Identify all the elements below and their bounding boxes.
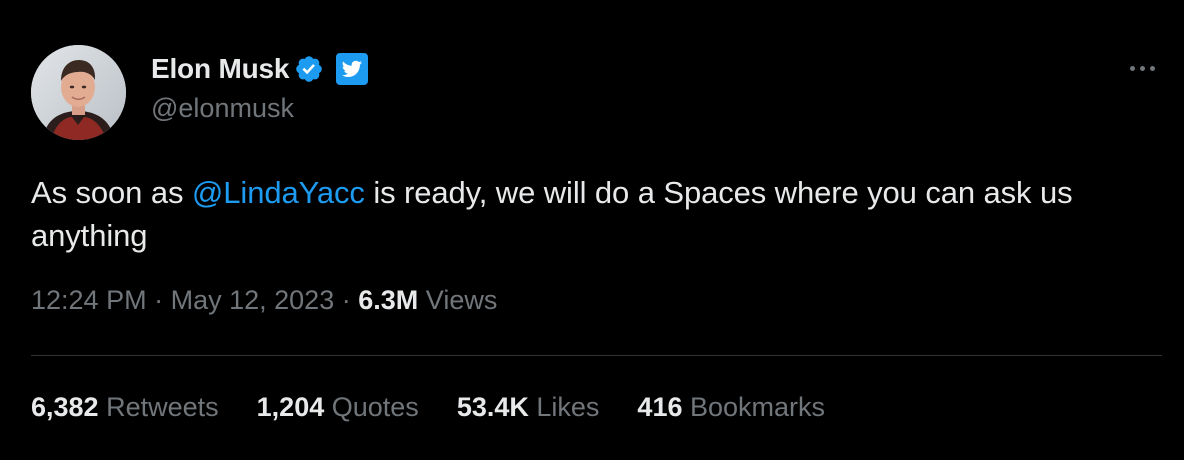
tweet-meta: 12:24 PM · May 12, 2023 · 6.3M Views (31, 285, 497, 316)
quotes-stat[interactable]: 1,204 Quotes (257, 392, 419, 423)
mention-link[interactable]: @LindaYacc (192, 175, 365, 210)
tweet-text-before: As soon as (31, 175, 192, 210)
tweet-date[interactable]: May 12, 2023 (171, 285, 335, 315)
views-label: Views (425, 285, 498, 315)
meta-separator: · (341, 285, 351, 315)
likes-stat[interactable]: 53.4K Likes (457, 392, 600, 423)
avatar[interactable] (31, 45, 126, 140)
views-count: 6.3M (358, 285, 419, 315)
meta-separator: · (154, 285, 164, 315)
likes-label: Likes (536, 392, 600, 422)
bookmarks-count: 416 (637, 392, 683, 422)
author-display-name[interactable]: Elon Musk (151, 53, 289, 85)
quotes-label: Quotes (331, 392, 419, 422)
bookmarks-label: Bookmarks (690, 392, 826, 422)
retweets-label: Retweets (106, 392, 219, 422)
author-name-row: Elon Musk (151, 52, 369, 86)
quotes-count: 1,204 (256, 392, 325, 422)
bookmarks-stat[interactable]: 416 Bookmarks (637, 392, 825, 423)
divider (31, 355, 1162, 356)
more-options-icon[interactable] (1122, 55, 1162, 81)
engagement-stats: 6,382 Retweets 1,204 Quotes 53.4K Likes … (31, 392, 863, 423)
retweets-stat[interactable]: 6,382 Retweets (31, 392, 219, 423)
verified-checkmark-icon[interactable] (294, 54, 324, 84)
tweet-time[interactable]: 12:24 PM (31, 285, 147, 315)
retweets-count: 6,382 (31, 392, 99, 422)
author-handle[interactable]: @elonmusk (151, 93, 294, 124)
tweet-text: As soon as @LindaYacc is ready, we will … (31, 171, 1161, 257)
twitter-bird-icon[interactable] (336, 53, 369, 85)
avatar-image (31, 45, 126, 140)
likes-count: 53.4K (456, 392, 529, 422)
